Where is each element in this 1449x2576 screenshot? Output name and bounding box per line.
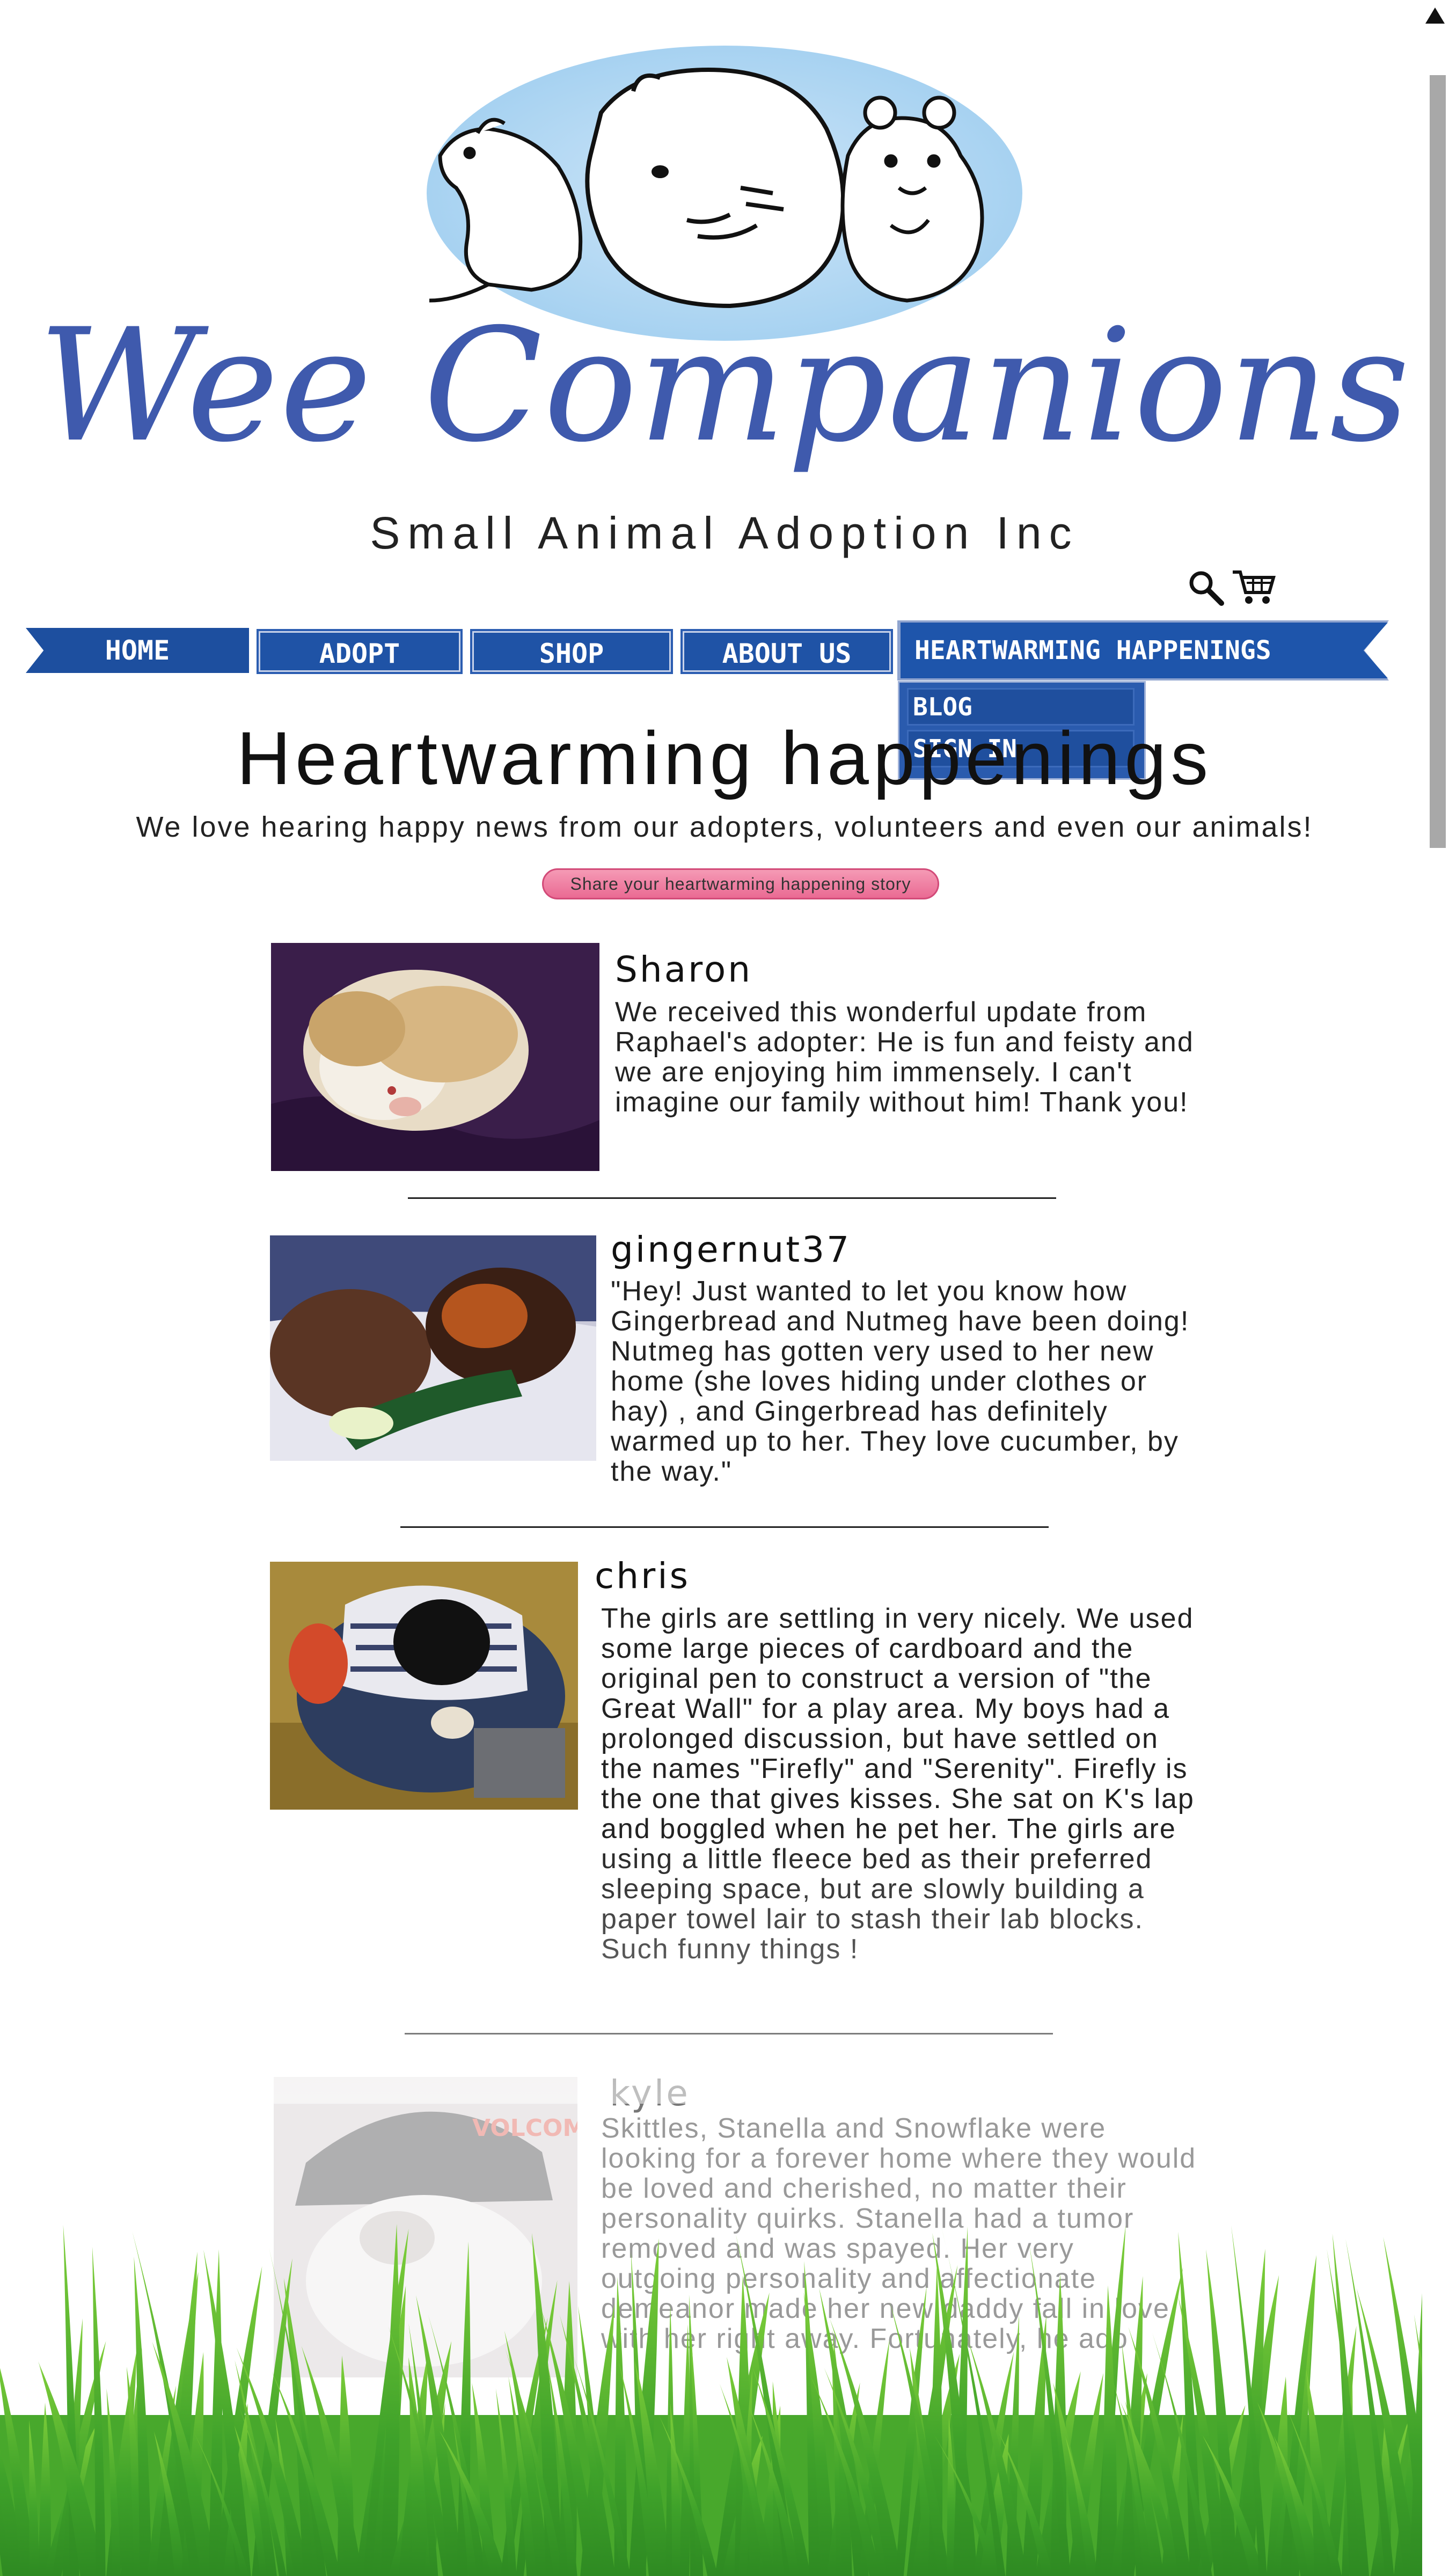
svg-text:VOLCOM: VOLCOM xyxy=(472,2114,577,2142)
grass-footer-decoration xyxy=(0,2222,1449,2576)
story-text: We received this wonderful update from R… xyxy=(615,997,1194,1118)
story-author: chris xyxy=(595,1555,690,1597)
nav-about-us[interactable]: ABOUT US xyxy=(680,629,893,674)
story-text: The girls are settling in very nicely. W… xyxy=(601,1603,1195,1965)
story-divider xyxy=(400,1526,1049,1528)
share-story-button[interactable]: Share your heartwarming happening story xyxy=(542,868,939,899)
story-divider xyxy=(408,1197,1056,1199)
story-photo-guinea-pig xyxy=(271,943,599,1171)
scroll-up-arrow-icon[interactable] xyxy=(1425,8,1445,24)
brand-subtitle: Small Animal Adoption Inc xyxy=(370,508,1079,558)
story-photo-two-guinea-pigs xyxy=(270,1235,596,1461)
page-intro: We love hearing happy news from our adop… xyxy=(136,811,1313,843)
scrollbar-thumb[interactable] xyxy=(1430,75,1446,848)
nav-heartwarming-happenings[interactable]: HEARTWARMING HAPPENINGS xyxy=(901,623,1388,678)
nav-shop[interactable]: SHOP xyxy=(470,629,673,674)
nav-adopt[interactable]: ADOPT xyxy=(257,629,463,674)
search-icon[interactable] xyxy=(1186,568,1225,606)
brand-title[interactable]: Wee Companions xyxy=(0,298,1449,475)
story-author: Sharon xyxy=(615,949,753,990)
logo-animals-illustration xyxy=(429,67,984,309)
story-author: kyle xyxy=(610,2073,690,2114)
story-text: "Hey! Just wanted to let you know how Gi… xyxy=(611,1276,1190,1487)
story-author: gingernut37 xyxy=(611,1229,852,1270)
nav-home[interactable]: HOME xyxy=(26,628,249,673)
story-divider xyxy=(405,2033,1053,2035)
story-photo-child-with-pets xyxy=(270,1562,578,1810)
page-title: Heartwarming happenings xyxy=(236,716,1213,800)
cart-icon[interactable] xyxy=(1232,568,1276,606)
